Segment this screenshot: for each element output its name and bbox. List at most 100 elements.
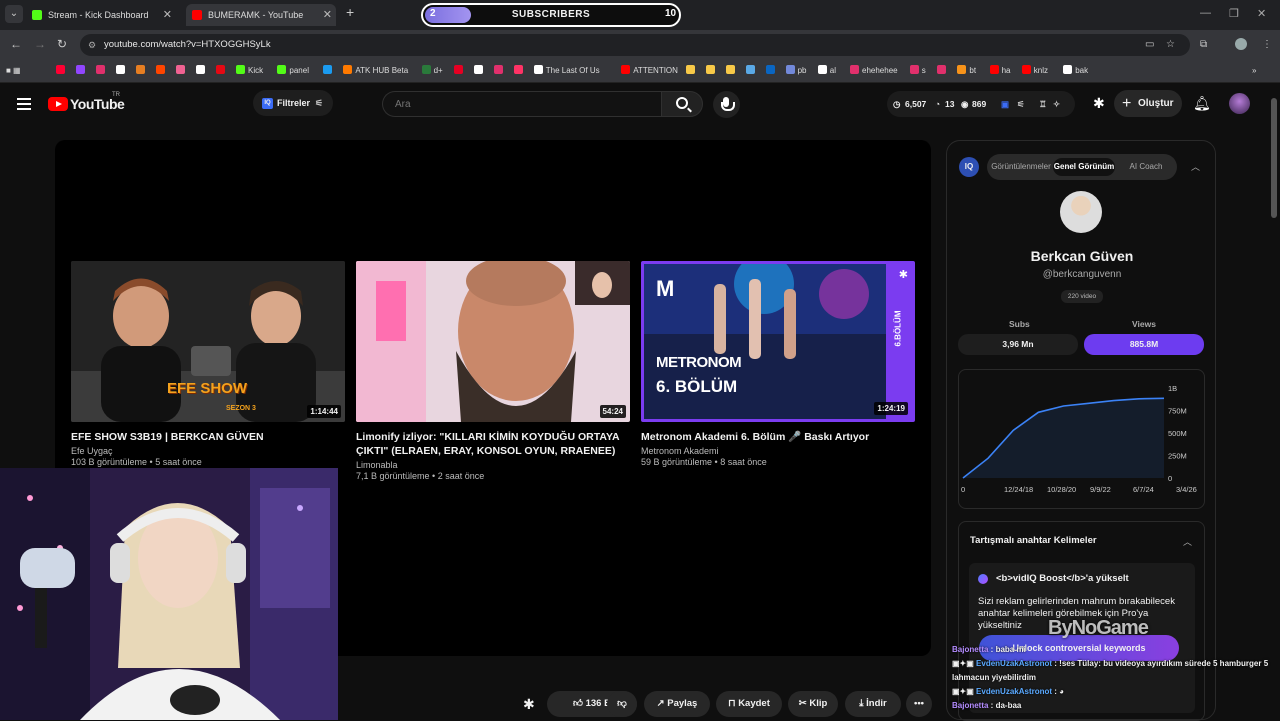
endcard-video[interactable]: EFE SHOW SEZON 3 1:14:44 EFE SHOW S3B19 …: [71, 261, 345, 467]
channel-name[interactable]: Metronom Akademi: [641, 446, 915, 456]
create-button[interactable]: + Oluştur: [1114, 90, 1182, 117]
bookmark-star-icon[interactable]: ☆: [1166, 39, 1175, 50]
dislike-button[interactable]: 👎︎: [607, 691, 637, 717]
bookmark-item[interactable]: [196, 64, 208, 78]
close-window-icon[interactable]: ✕: [1257, 7, 1266, 20]
bookmark-item[interactable]: bak: [1063, 64, 1088, 78]
tab-overview[interactable]: Genel Görünüm: [1053, 158, 1115, 176]
new-tab-button[interactable]: +: [346, 4, 354, 20]
subs-value[interactable]: 3,96 Mn: [958, 334, 1078, 355]
channel-name[interactable]: Limonabla: [356, 460, 630, 470]
bookmark-item[interactable]: [473, 64, 486, 78]
tab-search-icon[interactable]: ⌄: [5, 5, 23, 23]
bookmark-favicon-icon: [621, 65, 631, 74]
account-avatar[interactable]: [1229, 93, 1250, 114]
channel-name[interactable]: Efe Uygaç: [71, 446, 345, 456]
bookmark-item[interactable]: pb: [785, 64, 807, 78]
bookmark-item[interactable]: Kick: [236, 64, 263, 78]
site-info-icon[interactable]: ⚙: [88, 34, 96, 56]
bookmark-item[interactable]: ATK HUB Beta: [343, 64, 408, 78]
video-title[interactable]: Limonify izliyor: "KILLARI KİMİN KOYDUĞU…: [356, 430, 630, 458]
voice-search-button[interactable]: [713, 91, 740, 118]
chevron-up-icon[interactable]: ︿: [1191, 160, 1200, 173]
bookmark-item[interactable]: [725, 64, 738, 78]
bookmark-item[interactable]: [96, 64, 108, 78]
puzzle-icon[interactable]: ✱: [1093, 95, 1105, 112]
cast-icon[interactable]: ▭: [1145, 39, 1154, 50]
video-thumbnail[interactable]: 54:24: [356, 261, 630, 422]
bookmark-item[interactable]: [136, 64, 148, 78]
tab-views[interactable]: Görüntülenmeler: [990, 158, 1052, 176]
bookmark-item[interactable]: [765, 64, 778, 78]
reload-icon[interactable]: ↻: [57, 37, 67, 51]
more-menu-icon[interactable]: ⋮: [1262, 39, 1272, 50]
close-tab-icon[interactable]: ✕: [323, 4, 332, 26]
endcard-video[interactable]: M METRONOM 6. BÖLÜM 6.BÖLÜM ✱ 1:24:19 Me…: [641, 261, 915, 467]
save-button[interactable]: ⊓ Kaydet: [716, 691, 782, 717]
bookmark-item[interactable]: [493, 64, 506, 78]
extensions-icon[interactable]: ⧉: [1200, 39, 1207, 50]
bookmark-item[interactable]: [685, 64, 698, 78]
bookmark-item[interactable]: knlz: [1021, 64, 1049, 78]
thumbnail-image: [71, 261, 345, 422]
minimize-icon[interactable]: —: [1200, 7, 1211, 19]
bookmark-item[interactable]: [453, 64, 466, 78]
menu-icon[interactable]: [17, 98, 31, 110]
metronom-logo: M: [656, 276, 674, 301]
profile-avatar[interactable]: [1235, 38, 1247, 50]
bookmark-item[interactable]: panel: [277, 64, 309, 78]
video-thumbnail[interactable]: EFE SHOW SEZON 3 1:14:44: [71, 261, 345, 422]
video-title[interactable]: EFE SHOW S3B19 | BERKCAN GÜVEN: [71, 430, 345, 444]
maximize-icon[interactable]: ❐: [1229, 7, 1239, 20]
more-actions-button[interactable]: •••: [906, 691, 932, 717]
bookmark-item[interactable]: [323, 64, 335, 78]
bookmark-item[interactable]: al: [817, 64, 836, 78]
bookmark-item[interactable]: s: [909, 64, 926, 78]
streamer-webcam: [0, 468, 338, 720]
vidiq-action-icon[interactable]: ✱: [523, 696, 535, 713]
chevron-up-icon[interactable]: ︿: [1183, 535, 1192, 548]
bookmark-label: knlz: [1033, 66, 1049, 75]
tab-ai-coach[interactable]: AI Coach: [1117, 158, 1175, 176]
video-thumbnail[interactable]: M METRONOM 6. BÖLÜM 6.BÖLÜM ✱ 1:24:19: [641, 261, 915, 422]
close-tab-icon[interactable]: ✕: [163, 4, 172, 26]
clip-button[interactable]: ✂ Klip: [788, 691, 838, 717]
share-button[interactable]: ↗ Paylaş: [644, 691, 710, 717]
bell-icon[interactable]: 🔔︎: [1193, 95, 1211, 112]
forward-icon[interactable]: →: [34, 37, 46, 51]
bookmark-item[interactable]: [116, 64, 128, 78]
vidiq-stats-pill[interactable]: ◷ 6,507 ◔ 13 ◉ 869 ▣ ⚟ ♖ ✧: [887, 91, 1075, 117]
bookmark-item[interactable]: [76, 64, 88, 78]
bookmark-item[interactable]: [176, 64, 188, 78]
reading-list-icon[interactable]: ■ ▦: [6, 64, 21, 78]
video-title[interactable]: Metronom Akademi 6. Bölüm 🎤 Baskı Artıyo…: [641, 430, 915, 444]
bookmark-item[interactable]: The Last Of Us: [533, 64, 600, 78]
bookmark-item[interactable]: [937, 64, 949, 78]
tab-youtube[interactable]: BUMERAMK - YouTube ✕: [186, 4, 336, 26]
bookmark-label: panel: [289, 66, 309, 75]
page-scrollbar[interactable]: [1271, 86, 1277, 720]
bookmark-item[interactable]: [156, 64, 168, 78]
tab-kick-dashboard[interactable]: Stream - Kick Dashboard ✕: [26, 4, 176, 26]
back-icon[interactable]: ←: [10, 37, 22, 51]
scrollbar-thumb[interactable]: [1271, 98, 1277, 218]
bookmark-item[interactable]: [56, 64, 68, 78]
endcard-video[interactable]: 54:24 Limonify izliyor: "KILLARI KİMİN K…: [356, 261, 630, 481]
vidiq-filters-button[interactable]: IQ Filtreler ⚟: [253, 90, 333, 116]
search-button[interactable]: [661, 91, 703, 117]
bookmark-item[interactable]: [705, 64, 718, 78]
search-input[interactable]: [382, 91, 661, 117]
address-bar[interactable]: ⚙ youtube.com/watch?v=HTXOGGHSyLk: [80, 34, 1190, 56]
bookmark-item[interactable]: ehehehee: [850, 64, 898, 78]
views-value[interactable]: 885.8M: [1084, 334, 1204, 355]
bookmark-item[interactable]: [216, 64, 228, 78]
bookmark-item[interactable]: bt: [957, 64, 976, 78]
bookmark-item[interactable]: [745, 64, 758, 78]
chat-user: EvdenUzakAstronot: [976, 659, 1053, 668]
bookmark-item[interactable]: [513, 64, 526, 78]
more-bookmarks-icon[interactable]: »: [1252, 64, 1256, 78]
bookmark-item[interactable]: ATTENTION: [621, 64, 678, 78]
bookmark-item[interactable]: d+: [421, 64, 443, 78]
bookmark-item[interactable]: ha: [989, 64, 1011, 78]
download-button[interactable]: ⤓ İndir: [845, 691, 901, 717]
